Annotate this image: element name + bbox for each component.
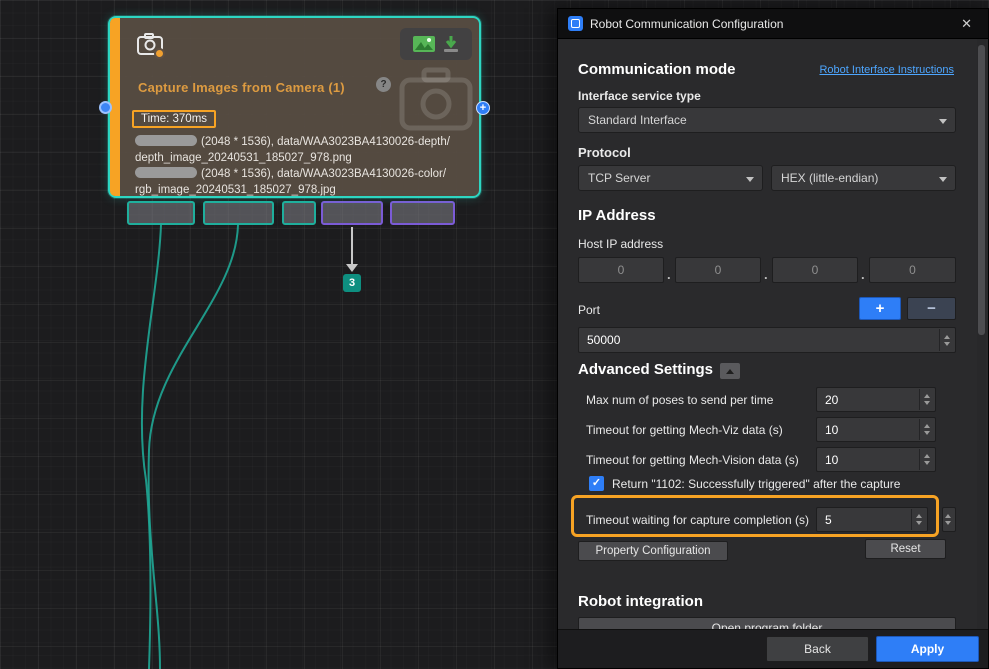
spinner-icon[interactable] — [939, 329, 954, 351]
reset-button[interactable]: Reset — [865, 539, 946, 559]
interface-service-type-dropdown[interactable]: Standard Interface — [578, 107, 956, 133]
return-1102-label: Return "1102: Successfully triggered" af… — [612, 477, 900, 491]
remove-port-button[interactable]: − — [907, 297, 956, 320]
dialog-scrollbar[interactable] — [977, 39, 986, 629]
max-poses-label: Max num of poses to send per time — [586, 393, 773, 407]
return-1102-checkbox[interactable]: ✓ — [589, 476, 604, 491]
spinner-icon[interactable] — [919, 389, 934, 410]
chevron-down-icon — [746, 177, 754, 182]
highlight-annotation — [571, 495, 939, 537]
spinner-icon[interactable] — [941, 509, 954, 530]
dialog-app-icon — [568, 16, 583, 31]
flow-arrowhead-icon — [346, 264, 358, 272]
scrollbar-handle[interactable] — [978, 45, 985, 335]
flow-order-badge[interactable]: 3 — [343, 274, 361, 292]
add-port-button[interactable]: + — [859, 297, 901, 320]
octet-dot: . — [764, 267, 768, 282]
redacted-pill — [135, 167, 197, 178]
ip-address-heading: IP Address — [578, 207, 656, 224]
download-icon[interactable] — [442, 35, 460, 53]
flow-arrow — [351, 227, 353, 265]
redacted-pill — [135, 135, 197, 146]
protocol-dropdown[interactable]: TCP Server — [578, 165, 763, 191]
collapse-button[interactable] — [720, 363, 740, 379]
node-input-port-icon[interactable] — [99, 101, 112, 114]
timeout-viz-label: Timeout for getting Mech-Viz data (s) — [586, 423, 783, 437]
chevron-down-icon — [939, 177, 947, 182]
add-port-icon[interactable]: + — [476, 101, 490, 115]
dialog-footer: Back Apply — [558, 629, 988, 668]
spinner-icon[interactable] — [919, 419, 934, 440]
output-port-1[interactable] — [127, 201, 195, 225]
dialog-titlebar[interactable]: Robot Communication Configuration ✕ — [558, 9, 988, 39]
dialog-title: Robot Communication Configuration — [590, 17, 783, 31]
ip-octet-2[interactable]: 0 — [675, 257, 761, 283]
protocol-label: Protocol — [578, 145, 631, 160]
ip-octet-1[interactable]: 0 — [578, 257, 664, 283]
output-port-2[interactable] — [203, 201, 274, 225]
ip-octet-4[interactable]: 0 — [869, 257, 956, 283]
output-port-3[interactable] — [282, 201, 316, 225]
max-poses-input[interactable]: 20 — [816, 387, 936, 412]
port-label: Port — [578, 303, 600, 317]
gear-icon — [154, 48, 165, 59]
octet-dot: . — [861, 267, 865, 282]
port-input[interactable]: 50000 — [578, 327, 956, 353]
chevron-up-icon — [726, 369, 734, 374]
octet-dot: . — [667, 267, 671, 282]
output-port-4[interactable] — [321, 201, 383, 225]
camera-watermark-icon — [396, 66, 476, 132]
image-preview-icon[interactable] — [412, 35, 436, 53]
capture-images-node[interactable]: Capture Images from Camera (1) ? Time: 3… — [108, 16, 481, 198]
spinner-icon[interactable] — [919, 449, 934, 470]
ip-octet-3[interactable]: 0 — [772, 257, 858, 283]
node-result-text: (2048 * 1536), data/WAA3023BA4130026-dep… — [135, 134, 470, 198]
robot-communication-dialog: Robot Communication Configuration ✕ Comm… — [557, 8, 989, 669]
robot-interface-instructions-link[interactable]: Robot Interface Instructions — [819, 64, 954, 76]
execution-time-badge: Time: 370ms — [132, 110, 216, 128]
property-configuration-button[interactable]: Property Configuration — [578, 541, 728, 561]
timeout-vision-input[interactable]: 10 — [816, 447, 936, 472]
spinner-stub[interactable] — [942, 507, 956, 532]
timeout-viz-input[interactable]: 10 — [816, 417, 936, 442]
interface-service-type-label: Interface service type — [578, 89, 701, 103]
format-dropdown[interactable]: HEX (little-endian) — [771, 165, 956, 191]
stage: 3 — [0, 0, 989, 669]
node-title: Capture Images from Camera (1) — [138, 80, 345, 95]
back-button[interactable]: Back — [766, 636, 869, 662]
host-ip-label: Host IP address — [578, 237, 663, 251]
robot-integration-heading: Robot integration — [578, 593, 703, 610]
timeout-vision-label: Timeout for getting Mech-Vision data (s) — [586, 453, 799, 467]
advanced-settings-heading: Advanced Settings — [578, 361, 713, 378]
chevron-down-icon — [939, 119, 947, 124]
communication-mode-heading: Communication mode — [578, 61, 736, 78]
close-icon[interactable]: ✕ — [955, 14, 978, 34]
output-port-5[interactable] — [390, 201, 455, 225]
help-icon[interactable]: ? — [376, 77, 391, 92]
node-action-bar — [400, 28, 472, 60]
apply-button[interactable]: Apply — [876, 636, 979, 662]
